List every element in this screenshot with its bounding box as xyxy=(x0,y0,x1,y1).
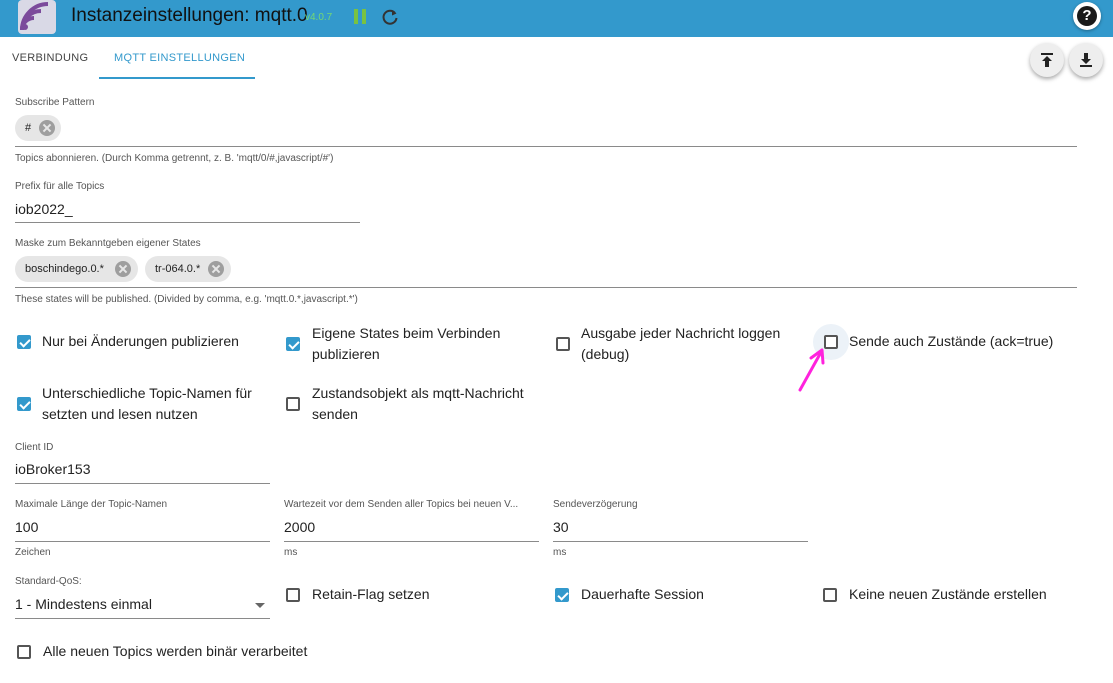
help-button[interactable]: ? xyxy=(1073,2,1101,30)
prefix-label: Prefix für alle Topics xyxy=(15,181,105,192)
chip-delete-icon[interactable] xyxy=(115,261,131,277)
own-states-checkbox[interactable] xyxy=(286,337,300,351)
retain-flag-checkbox[interactable] xyxy=(286,588,300,602)
state-object-label: Zustandsobjekt als mqtt-Nachricht senden xyxy=(312,385,524,422)
mask-label: Maske zum Bekanntgeben eigener States xyxy=(15,238,201,249)
prefix-input[interactable]: iob2022_ xyxy=(15,201,73,217)
state-object-checkbox[interactable] xyxy=(286,397,300,411)
help-icon: ? xyxy=(1077,6,1097,26)
dropdown-arrow-icon[interactable] xyxy=(255,603,265,608)
tab-verbindung[interactable]: VERBINDUNG xyxy=(12,52,88,64)
log-messages-label: Ausgabe jeder Nachricht loggen (debug) xyxy=(581,325,781,362)
mask-helper: These states will be published. (Divided… xyxy=(15,294,358,305)
wait-time-helper: ms xyxy=(284,547,298,558)
max-length-helper: Zeichen xyxy=(15,547,51,558)
own-states-label: Eigene States beim Verbinden publizieren xyxy=(312,325,501,362)
active-tab-indicator xyxy=(99,77,255,79)
mask-chip[interactable]: tr-064.0.* xyxy=(145,256,231,282)
binary-topics-checkbox[interactable] xyxy=(17,645,31,659)
qos-select[interactable]: 1 - Mindestens einmal xyxy=(15,596,152,612)
version-badge: v4.0.7 xyxy=(305,12,333,23)
send-delay-underline xyxy=(553,541,808,542)
wait-time-input[interactable]: 2000 xyxy=(284,519,315,535)
max-length-label: Maximale Länge der Topic-Namen xyxy=(15,499,168,510)
max-length-input[interactable]: 100 xyxy=(15,519,38,535)
different-topics-label: Unterschiedliche Topic-Namen für setzten … xyxy=(42,385,252,422)
no-new-states-checkbox[interactable] xyxy=(823,588,837,602)
send-delay-helper: ms xyxy=(553,547,567,558)
page-title: Instanzeinstellungen: mqtt.0 xyxy=(71,5,308,26)
binary-topics-label: Alle neuen Topics werden binär verarbeit… xyxy=(43,643,308,659)
persistent-session-label: Dauerhafte Session xyxy=(581,586,704,602)
upload-settings-button[interactable] xyxy=(1030,43,1064,77)
chip-label: tr-064.0.* xyxy=(155,263,201,275)
reload-icon[interactable] xyxy=(381,8,399,26)
retain-flag-label: Retain-Flag setzen xyxy=(312,586,430,602)
app-header: Instanzeinstellungen: mqtt.0 v4.0.7 ? xyxy=(0,0,1113,37)
download-icon xyxy=(1080,53,1092,67)
only-changes-label: Nur bei Änderungen publizieren xyxy=(42,333,239,349)
prefix-underline xyxy=(15,222,360,223)
chip-delete-icon[interactable] xyxy=(208,261,224,277)
tab-bar: VERBINDUNG MQTT EINSTELLUNGEN xyxy=(0,37,1113,79)
only-changes-checkbox[interactable] xyxy=(17,335,31,349)
no-new-states-label: Keine neuen Zustände erstellen xyxy=(849,586,1047,602)
client-id-input[interactable]: ioBroker153 xyxy=(15,461,91,477)
qos-underline xyxy=(15,618,270,619)
subscribe-pattern-label: Subscribe Pattern xyxy=(15,97,95,108)
wait-time-label: Wartezeit vor dem Senden aller Topics be… xyxy=(284,499,519,510)
chip-delete-icon[interactable] xyxy=(39,120,55,136)
send-delay-input[interactable]: 30 xyxy=(553,519,569,535)
send-delay-label: Sendeverzögerung xyxy=(553,499,638,510)
annotation-arrow-icon xyxy=(798,348,825,392)
chip-label: # xyxy=(25,122,32,134)
wait-time-underline xyxy=(284,541,539,542)
persistent-session-checkbox[interactable] xyxy=(555,588,569,602)
mask-chip[interactable]: boschindego.0.* xyxy=(15,256,138,282)
pause-icon[interactable] xyxy=(354,9,366,24)
client-id-label: Client ID xyxy=(15,442,54,453)
qos-label: Standard-QoS: xyxy=(15,576,82,587)
different-topics-checkbox[interactable] xyxy=(17,397,31,411)
send-ack-label: Sende auch Zustände (ack=true) xyxy=(849,333,1054,349)
subscribe-helper: Topics abonnieren. (Durch Komma getrennt… xyxy=(15,153,334,164)
log-messages-checkbox[interactable] xyxy=(556,337,570,351)
subscribe-underline xyxy=(15,146,1077,147)
upload-icon xyxy=(1041,53,1053,67)
tab-mqtt-einstellungen[interactable]: MQTT EINSTELLUNGEN xyxy=(114,52,245,64)
subscribe-chip[interactable]: # xyxy=(15,115,61,141)
mask-underline xyxy=(15,287,1077,288)
download-settings-button[interactable] xyxy=(1069,43,1103,77)
chip-label: boschindego.0.* xyxy=(25,263,104,275)
max-length-underline xyxy=(15,541,270,542)
mqtt-logo-icon xyxy=(18,0,56,34)
client-id-underline xyxy=(15,483,270,484)
